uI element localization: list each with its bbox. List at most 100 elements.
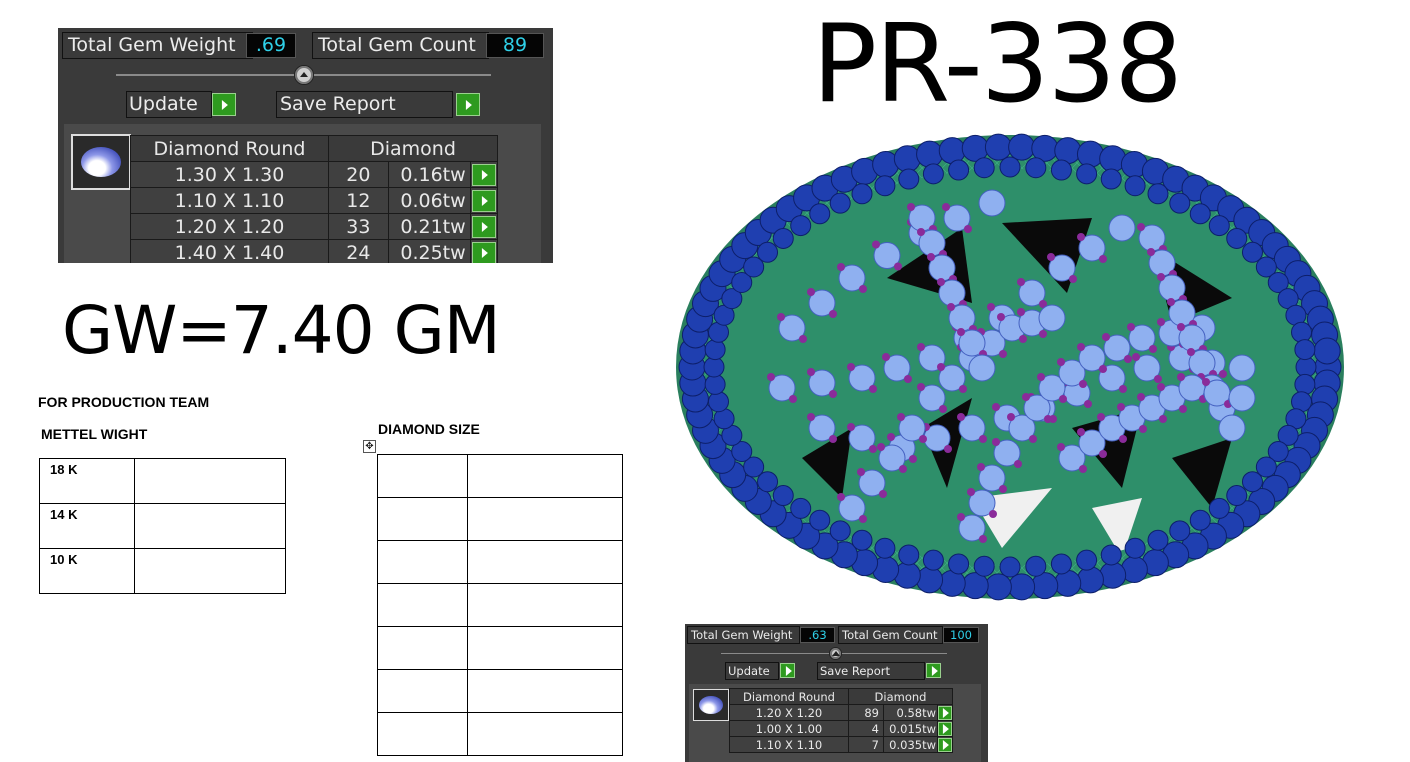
band-stone — [1218, 414, 1246, 442]
gem-thumbnail[interactable] — [71, 134, 131, 190]
prong — [937, 278, 945, 286]
prong — [1099, 255, 1107, 263]
diamond-size-cell[interactable] — [377, 712, 468, 756]
save-report-button[interactable]: Save Report — [276, 91, 453, 118]
row-play-icon[interactable] — [938, 738, 952, 752]
metal-weight-cell[interactable] — [134, 458, 286, 504]
prong — [859, 285, 867, 293]
prong — [1167, 298, 1175, 306]
gem-weight: 0.58tw — [883, 704, 938, 721]
diamond-size-cell[interactable] — [377, 583, 468, 627]
metal-weight-cell[interactable] — [134, 548, 286, 594]
halo-stone — [1226, 485, 1248, 507]
halo-stone — [973, 157, 995, 179]
halo-stone — [707, 391, 729, 413]
row-play-icon[interactable] — [471, 190, 496, 212]
halo-stone — [757, 241, 779, 263]
prong — [837, 263, 845, 271]
prong — [992, 403, 1000, 411]
prong — [1124, 355, 1132, 363]
prong — [1047, 253, 1055, 261]
table-row — [377, 583, 623, 627]
prong — [869, 445, 877, 453]
diamond-size-cell[interactable] — [377, 626, 468, 670]
halo-stone — [1147, 529, 1169, 551]
gem-weight: 0.035tw — [883, 736, 938, 753]
prong — [872, 240, 880, 249]
diamond-qty-cell[interactable] — [467, 669, 623, 713]
metal-weight-cell[interactable] — [134, 503, 286, 549]
prong — [979, 435, 987, 443]
halo-stone — [874, 175, 896, 197]
table-move-handle-icon[interactable]: ✥ — [363, 440, 376, 453]
row-play-icon[interactable] — [471, 242, 496, 263]
metal-weight-table: 18 K 14 K 10 K — [39, 458, 286, 594]
prong — [917, 343, 925, 351]
slider-knob[interactable] — [294, 65, 314, 85]
row-play-icon[interactable] — [938, 722, 952, 736]
oval-gem-icon — [699, 696, 723, 714]
diamond-size-cell[interactable] — [377, 497, 468, 541]
prong — [1057, 358, 1065, 366]
diamond-qty-cell[interactable] — [467, 454, 623, 498]
diamond-qty-cell[interactable] — [467, 712, 623, 756]
gem-weight: 0.015tw — [883, 720, 938, 737]
update-play-icon[interactable] — [780, 663, 795, 678]
total-gem-count-label: Total Gem Count — [312, 32, 489, 59]
diamond-qty-cell[interactable] — [467, 540, 623, 584]
prong — [957, 328, 965, 336]
diamond-qty-cell[interactable] — [467, 626, 623, 670]
prong — [1037, 373, 1045, 381]
halo-stone — [1076, 566, 1104, 594]
prong — [1157, 273, 1165, 281]
update-play-icon[interactable] — [212, 93, 236, 116]
prong — [1179, 405, 1187, 413]
diamond-size-cell[interactable] — [377, 454, 468, 498]
prong — [1139, 425, 1147, 433]
slider-knob[interactable] — [829, 647, 842, 660]
prong — [807, 368, 815, 376]
prong — [1137, 223, 1145, 231]
save-report-button[interactable]: Save Report — [817, 662, 925, 680]
prong — [977, 463, 985, 471]
halo-stone — [1076, 140, 1104, 168]
halo-stone — [948, 159, 970, 181]
diamond-qty-cell[interactable] — [467, 583, 623, 627]
prong — [1132, 353, 1140, 361]
prong — [1057, 443, 1065, 451]
halo-stone — [893, 145, 921, 173]
halo-stone — [916, 566, 944, 594]
gem-size: 1.10 X 1.10 — [130, 187, 329, 214]
diamond-qty-cell[interactable] — [467, 497, 623, 541]
prong — [999, 350, 1007, 358]
halo-stone — [809, 203, 831, 225]
halo-stone — [1099, 561, 1127, 589]
save-report-play-icon[interactable] — [926, 663, 941, 678]
save-report-play-icon[interactable] — [456, 93, 480, 116]
halo-stone — [1008, 573, 1036, 601]
row-play-icon[interactable] — [938, 706, 952, 720]
update-button[interactable]: Update — [725, 662, 779, 680]
halo-stone — [1100, 544, 1122, 566]
prong — [907, 203, 915, 211]
prong — [1017, 308, 1025, 316]
row-play-icon[interactable] — [471, 216, 496, 238]
table-row — [377, 669, 623, 713]
prong — [957, 413, 965, 421]
gem-size: 1.10 X 1.10 — [729, 736, 849, 753]
halo-stone — [984, 133, 1012, 161]
diamond-size-cell[interactable] — [377, 669, 468, 713]
diamond-size-cell[interactable] — [377, 540, 468, 584]
prong — [999, 485, 1007, 493]
prong — [1019, 335, 1027, 343]
row-play-icon[interactable] — [471, 164, 496, 186]
halo-stone — [1100, 168, 1122, 190]
col-shape-header: Diamond Round — [729, 688, 849, 705]
update-button[interactable]: Update — [126, 91, 212, 118]
halo-stone — [1124, 537, 1146, 559]
prong — [777, 313, 785, 321]
gem-thumbnail[interactable] — [693, 689, 729, 721]
halo-stone — [922, 549, 944, 571]
gem-table: Diamond Round Diamond 1.20 X 1.20 89 0.5… — [729, 688, 953, 753]
gem-count: 20 — [328, 161, 389, 188]
